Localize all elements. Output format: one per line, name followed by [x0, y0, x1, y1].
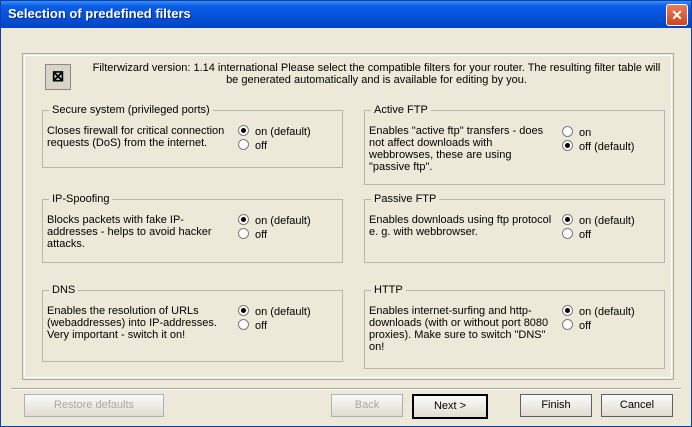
title-bar[interactable]: Selection of predefined filters ✕ [1, 1, 691, 28]
group-description: Enables the resolution of URLs (webaddre… [47, 305, 217, 341]
dialog-window: Selection of predefined filters ✕ ⊠ Filt… [0, 0, 692, 427]
group-description: Closes firewall for critical connection … [47, 125, 225, 149]
back-button[interactable]: Back [331, 394, 403, 417]
activeftp-off-radio[interactable]: off (default) [562, 140, 634, 153]
group-description: Enables "active ftp" transfers - does no… [369, 125, 544, 173]
passiveftp-off-radio[interactable]: off [562, 228, 591, 241]
group-title: HTTP [371, 284, 406, 296]
group-title: IP-Spoofing [49, 193, 113, 205]
finish-button[interactable]: Finish [520, 394, 592, 417]
group-http: HTTP Enables internet-surfing and http-d… [364, 284, 665, 369]
radio-empty-icon [562, 228, 573, 239]
radio-selected-icon [562, 214, 573, 225]
filter-panel: ⊠ Filterwizard version: 1.14 internation… [22, 53, 674, 380]
group-description: Enables downloads using ftp protocol e. … [369, 214, 552, 238]
group-title: Secure system (privileged ports) [49, 104, 213, 116]
passiveftp-on-radio[interactable]: on (default) [562, 214, 635, 227]
secure-on-radio[interactable]: on (default) [238, 125, 311, 138]
group-title: Passive FTP [371, 193, 440, 205]
http-on-radio[interactable]: on (default) [562, 305, 635, 318]
group-active-ftp: Active FTP Enables "active ftp" transfer… [364, 104, 665, 185]
next-button[interactable]: Next > [412, 394, 488, 419]
group-secure-system: Secure system (privileged ports) Closes … [42, 104, 343, 168]
radio-empty-icon [562, 319, 573, 330]
restore-defaults-button[interactable]: Restore defaults [24, 394, 164, 417]
group-description: Blocks packets with fake IP-addresses - … [47, 214, 212, 250]
radio-selected-icon [562, 305, 573, 316]
ipspoof-on-radio[interactable]: on (default) [238, 214, 311, 227]
radio-empty-icon [238, 319, 249, 330]
secure-off-radio[interactable]: off [238, 139, 267, 152]
dns-on-radio[interactable]: on (default) [238, 305, 311, 318]
close-icon[interactable]: ✕ [666, 4, 688, 26]
radio-selected-icon [238, 305, 249, 316]
ipspoof-off-radio[interactable]: off [238, 228, 267, 241]
radio-empty-icon [238, 228, 249, 239]
activeftp-on-radio[interactable]: on [562, 126, 591, 139]
group-dns: DNS Enables the resolution of URLs (weba… [42, 284, 343, 362]
window-title: Selection of predefined filters [8, 6, 191, 21]
separator [11, 388, 681, 390]
wizard-icon: ⊠ [45, 64, 71, 90]
cancel-button[interactable]: Cancel [601, 394, 673, 417]
radio-empty-icon [238, 139, 249, 150]
group-title: DNS [49, 284, 79, 296]
radio-selected-icon [238, 125, 249, 136]
group-passive-ftp: Passive FTP Enables downloads using ftp … [364, 193, 665, 263]
group-ip-spoofing: IP-Spoofing Blocks packets with fake IP-… [42, 193, 343, 263]
dns-off-radio[interactable]: off [238, 319, 267, 332]
http-off-radio[interactable]: off [562, 319, 591, 332]
radio-selected-icon [562, 140, 573, 151]
group-description: Enables internet-surfing and http-downlo… [369, 305, 549, 353]
radio-selected-icon [238, 214, 249, 225]
group-title: Active FTP [371, 104, 431, 116]
radio-empty-icon [562, 126, 573, 137]
intro-text: Filterwizard version: 1.14 international… [92, 62, 661, 86]
